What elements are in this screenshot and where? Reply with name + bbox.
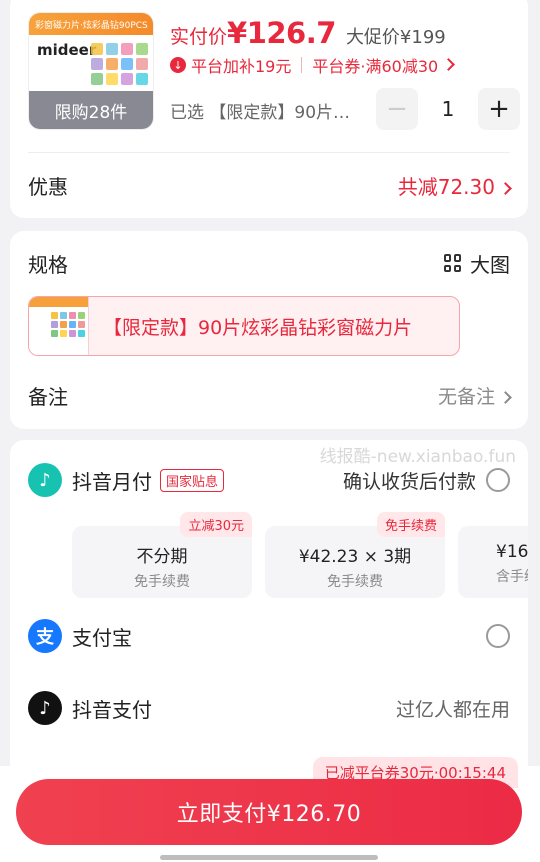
- plan-subtitle: 免手续费: [327, 574, 383, 590]
- down-arrow-icon: ↓: [170, 57, 186, 73]
- watermark: 线报酷-new.xianbao.fun: [319, 447, 516, 467]
- spec-label: 规格: [28, 252, 68, 277]
- douyin-monthly-desc: 确认收货后付款: [342, 470, 476, 493]
- product-card: 彩窗磁力片·炫彩晶钻90PCS mideer 限购28件 实付价 ¥126.7 …: [10, 0, 528, 218]
- spec-option-label: 【限定款】90片炫彩晶钻彩窗磁力片: [103, 316, 413, 339]
- plan-title: 不分期: [136, 547, 188, 567]
- subsidy-tag: 国家贴息: [160, 468, 225, 492]
- increase-button[interactable]: +: [478, 88, 520, 130]
- alipay-left: 支 支付宝: [28, 619, 132, 653]
- selected-spec[interactable]: 已选 【限定款】90片…: [170, 98, 366, 123]
- spec-option-thumbnail: [29, 297, 89, 355]
- divider: [28, 152, 510, 153]
- quantity-value[interactable]: 1: [418, 97, 478, 121]
- product-thumbnail[interactable]: 彩窗磁力片·炫彩晶钻90PCS mideer 限购28件: [28, 12, 154, 130]
- douyin-pay-desc: 过亿人都在用: [395, 698, 510, 721]
- douyin-pay-left: ♪ 抖音支付: [28, 691, 152, 725]
- installment-plan-2[interactable]: 免手续费 ¥42.23 × 3期 免手续费: [265, 512, 445, 598]
- spec-card: 规格 大图 【限定款】90片炫彩晶钻彩窗磁力片 备注 无备注: [10, 231, 528, 429]
- pay-now-button[interactable]: 立即支付¥126.70: [16, 779, 522, 845]
- douyin-monthly-radio[interactable]: [486, 468, 510, 492]
- discount-label: 优惠: [28, 174, 68, 199]
- douyin-monthly-name: 抖音月付: [72, 469, 152, 494]
- alipay-radio[interactable]: [486, 624, 510, 648]
- payment-alipay[interactable]: 支 支付宝: [28, 616, 510, 656]
- payment-douyin-pay[interactable]: ♪ 抖音支付 过亿人都在用: [28, 688, 510, 728]
- plan-subtitle: 含手续: [496, 569, 528, 585]
- discount-row[interactable]: 优惠 共减72.30: [28, 168, 512, 202]
- subsidy-row[interactable]: ↓ 平台加补19元 平台券·满60减30: [170, 53, 456, 77]
- douyin-monthly-icon: ♪: [28, 463, 62, 497]
- plan-badge: 立减30元: [180, 512, 252, 537]
- douyin-pay-name: 抖音支付: [72, 697, 152, 722]
- douyin-monthly-right: 确认收货后付款: [343, 467, 510, 494]
- note-value: 无备注: [437, 382, 512, 409]
- thumbnail-brand: mideer: [37, 41, 97, 59]
- price-value: ¥126.7: [227, 16, 336, 50]
- discount-value: 共减72.30: [397, 171, 512, 200]
- chevron-right-icon: [499, 181, 512, 195]
- quantity-stepper: − 1 +: [376, 88, 520, 130]
- plan-subtitle: 免手续费: [134, 574, 190, 590]
- price-label: 实付价: [170, 26, 228, 48]
- thumbnail-tiles: [91, 43, 151, 85]
- payment-card: ♪ 抖音月付 国家贴息 确认收货后付款 立减30元 不分期 免手续费 免手续费 …: [10, 440, 528, 780]
- original-price: 大促价¥199: [345, 27, 446, 48]
- coupon-text: 平台券·满60减30: [312, 57, 439, 76]
- spec-option-selected[interactable]: 【限定款】90片炫彩晶钻彩窗磁力片: [28, 296, 460, 356]
- thumbnail-banner: 彩窗磁力片·炫彩晶钻90PCS: [29, 13, 153, 35]
- divider: [301, 57, 303, 73]
- purchase-limit-overlay: 限购28件: [29, 91, 153, 129]
- douyin-monthly-left: ♪ 抖音月付 国家贴息: [28, 463, 225, 497]
- plan-title: ¥16: [496, 542, 528, 562]
- discount-amount: 共减72.30: [397, 174, 495, 199]
- plan-badge: 免手续费: [376, 512, 445, 537]
- note-label: 备注: [28, 384, 68, 409]
- big-image-button[interactable]: 大图: [444, 249, 510, 278]
- note-text: 无备注: [437, 385, 495, 408]
- subsidy-text: 平台加补19元: [191, 57, 292, 76]
- big-image-label: 大图: [470, 252, 510, 277]
- price-row: 实付价 ¥126.7 大促价¥199: [170, 16, 446, 50]
- decrease-button[interactable]: −: [376, 88, 418, 130]
- plan-title: ¥42.23 × 3期: [298, 547, 412, 567]
- alipay-name: 支付宝: [72, 625, 132, 650]
- alipay-icon: 支: [28, 619, 62, 653]
- installment-plan-3[interactable]: ¥16 含手续: [458, 526, 528, 598]
- chevron-right-icon: [499, 390, 512, 404]
- installment-plan-1[interactable]: 立减30元 不分期 免手续费: [72, 512, 252, 598]
- spec-header: 规格 大图: [28, 245, 510, 281]
- grid-icon: [444, 254, 462, 272]
- douyin-icon: ♪: [28, 691, 62, 725]
- note-row[interactable]: 备注 无备注: [28, 377, 512, 413]
- chevron-right-icon: [442, 57, 456, 71]
- home-indicator[interactable]: [160, 855, 378, 860]
